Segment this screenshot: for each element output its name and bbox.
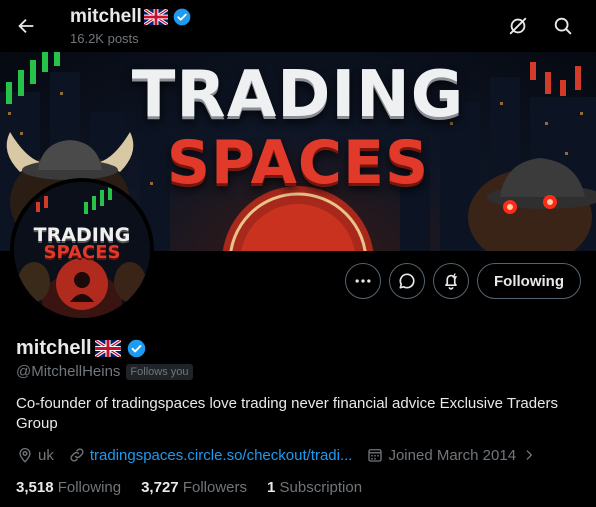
more-icon — [355, 279, 371, 283]
no-notifications-icon — [509, 17, 527, 35]
subscription-count: 1 — [267, 479, 276, 496]
location-item: uk — [16, 446, 54, 464]
message-button[interactable] — [389, 263, 425, 299]
joined-item[interactable]: Joined March 2014 — [366, 446, 536, 464]
profile-handle: @MitchellHeins — [16, 363, 121, 380]
following-count: 3,518 — [16, 479, 54, 496]
calendar-icon — [368, 449, 383, 462]
subscription-stat[interactable]: 1 Subscription — [267, 479, 362, 496]
subscription-label: Subscription — [279, 479, 363, 496]
verified-badge-icon — [173, 8, 191, 26]
handle-row: @MitchellHeins Follows you — [16, 363, 193, 380]
header-title: mitchell — [70, 6, 142, 27]
posts-count: 16.2K posts — [70, 31, 139, 46]
follows-you-badge: Follows you — [126, 363, 193, 380]
location-text: uk — [38, 446, 54, 464]
message-icon — [399, 273, 415, 289]
profile-bio: Co-founder of tradingspaces love trading… — [16, 395, 558, 432]
arrow-left-icon — [18, 18, 34, 34]
avatar-text-spaces: SPACES — [43, 242, 121, 263]
notification-bell-icon — [445, 273, 458, 290]
profile-meta: uk tradingspaces.circle.so/checkout/trad… — [16, 446, 550, 464]
following-button[interactable]: Following — [477, 263, 581, 299]
header-title-block: mitchell 16.2K posts — [70, 6, 192, 46]
location-pin-icon — [19, 448, 31, 463]
link-icon — [70, 448, 84, 462]
banner-title-trading: TRADING — [131, 58, 465, 132]
top-bar: mitchell 16.2K posts — [0, 0, 596, 52]
profile-name: mitchell — [16, 337, 92, 359]
back-button[interactable] — [10, 10, 42, 42]
no-notifications-button[interactable] — [504, 12, 532, 40]
more-button[interactable] — [345, 263, 381, 299]
website-item[interactable]: tradingspaces.circle.so/checkout/tradi..… — [68, 446, 353, 464]
followers-stat[interactable]: 3,727 Followers — [141, 479, 247, 496]
following-stat[interactable]: 3,518 Following — [16, 479, 121, 496]
followers-label: Followers — [182, 479, 247, 496]
uk-flag-icon — [143, 9, 168, 25]
uk-flag-icon — [94, 340, 121, 357]
following-label: Following — [57, 479, 122, 496]
search-icon — [554, 17, 572, 35]
chevron-right-icon — [526, 450, 533, 460]
profile-name-row: mitchell — [16, 337, 147, 360]
avatar[interactable]: TRADING SPACES — [10, 178, 154, 322]
website-link[interactable]: tradingspaces.circle.so/checkout/tradi..… — [90, 447, 353, 464]
notifications-button[interactable] — [433, 263, 469, 299]
verified-badge-icon[interactable] — [126, 338, 147, 359]
search-button[interactable] — [549, 12, 577, 40]
profile-stats: 3,518 Following 3,727 Followers 1 Subscr… — [16, 479, 382, 496]
joined-text: Joined March 2014 — [388, 446, 517, 464]
followers-count: 3,727 — [141, 479, 179, 496]
